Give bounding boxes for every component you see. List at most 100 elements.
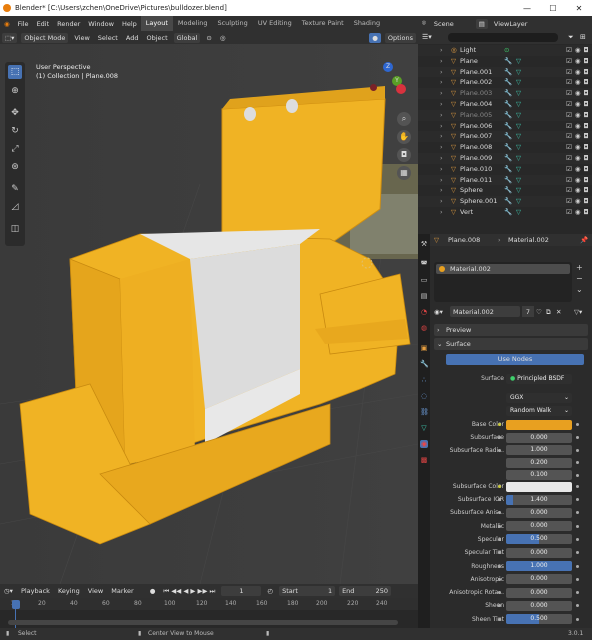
menu-select[interactable]: Select [98, 34, 118, 42]
expand-arrow-icon[interactable]: › [440, 67, 443, 78]
use-nodes-button[interactable]: Use Nodes [446, 354, 584, 365]
outliner-row[interactable]: › ▽ Plane.004 🔧 ▽ ☑◉◘ [418, 99, 592, 110]
axis-x-icon[interactable] [396, 84, 406, 94]
navigation-gizmo[interactable]: Z Y [368, 62, 412, 106]
modifier-icon[interactable]: 🔧 [504, 67, 512, 78]
mesh-data-icon[interactable]: ▽ [516, 131, 521, 142]
outliner-row[interactable]: › ▽ Plane 🔧 ▽ ☑◉◘ [418, 56, 592, 67]
outliner-editor-icon[interactable]: ☰▾ [422, 31, 432, 44]
expand-arrow-icon[interactable]: › [440, 121, 443, 132]
visibility-toggle-icons[interactable]: ☑◉◘ [566, 185, 592, 196]
breadcrumb-material[interactable]: Material.002 [508, 234, 549, 246]
expand-arrow-icon[interactable]: › [440, 175, 443, 186]
mesh-data-icon[interactable]: ▽ [516, 77, 521, 88]
playhead[interactable] [12, 600, 20, 609]
keyframe-dot-icon[interactable] [576, 498, 579, 501]
visibility-toggle-icons[interactable]: ☑◉◘ [566, 153, 592, 164]
outliner-row[interactable]: › ▽ Plane.001 🔧 ▽ ☑◉◘ [418, 66, 592, 78]
expand-arrow-icon[interactable]: › [440, 142, 443, 153]
property-value-field[interactable]: 1.400 [506, 494, 572, 505]
timeline-scrollbar[interactable] [8, 620, 398, 625]
data-tab-icon[interactable]: ▽ [420, 424, 428, 432]
options-dropdown[interactable]: Options [384, 32, 416, 43]
outliner-row-name[interactable]: Light [460, 45, 476, 56]
transform-icon[interactable]: ⊛ [8, 160, 22, 174]
particles-tab-icon[interactable]: ∴ [420, 376, 428, 384]
property-value-field[interactable]: 0.000 [506, 574, 572, 585]
outliner-row-name[interactable]: Plane.010 [460, 164, 492, 175]
keyframe-dot-icon[interactable] [576, 591, 579, 595]
property-value-field[interactable]: 0.000 [506, 587, 572, 598]
outliner-row-name[interactable]: Plane.009 [460, 153, 492, 164]
outliner-row-name[interactable]: Plane.001 [460, 67, 492, 78]
constraints-tab-icon[interactable]: ⛓ [420, 408, 429, 416]
property-value-field[interactable]: 0.000 [506, 547, 572, 558]
outliner-row[interactable]: › ▽ Plane.007 🔧 ▽ ☑◉◘ [418, 131, 592, 143]
expand-arrow-icon[interactable]: › [440, 164, 443, 175]
scale-icon[interactable]: ⤢ [8, 142, 22, 156]
camera-icon[interactable]: ◘ [397, 148, 411, 162]
outliner-row-name[interactable]: Plane.005 [460, 110, 492, 121]
outliner-row[interactable]: › ▽ Vert 🔧 ▽ ☑◉◘ [418, 207, 592, 218]
socket-dot-icon[interactable] [498, 448, 501, 452]
modifier-icon[interactable]: 🔧 [504, 88, 512, 99]
grid-icon[interactable]: ▦ [397, 166, 411, 180]
expand-arrow-icon[interactable]: › [440, 88, 443, 99]
outliner-row-name[interactable]: Plane.006 [460, 121, 492, 132]
tool-tab-icon[interactable]: ⚒ [420, 240, 428, 248]
visibility-toggle-icons[interactable]: ☑◉◘ [566, 67, 592, 78]
tab-modeling[interactable]: Modeling [173, 16, 213, 31]
preview-section[interactable]: › Preview [434, 324, 588, 336]
scene-tab-icon[interactable]: ◔ [420, 308, 428, 316]
expand-arrow-icon[interactable]: › [440, 56, 443, 67]
tab-sculpting[interactable]: Sculpting [212, 16, 252, 31]
outliner-row[interactable]: › ▽ Plane.010 🔧 ▽ ☑◉◘ [418, 164, 592, 175]
mesh-data-icon[interactable]: ▽ [516, 67, 521, 78]
view-layer-icon[interactable]: ▤ [475, 18, 488, 29]
menu-render[interactable]: Render [53, 20, 84, 28]
tab-uv-editing[interactable]: UV Editing [253, 16, 297, 31]
material-name-field[interactable]: Material.002 [450, 306, 520, 317]
pin-icon[interactable]: 📌 [580, 234, 588, 246]
socket-dot-icon[interactable] [498, 564, 501, 568]
outliner-row[interactable]: › ▽ Sphere.001 🔧 ▽ ☑◉◘ [418, 196, 592, 207]
outliner-row-name[interactable]: Plane.007 [460, 131, 492, 142]
new-collection-icon[interactable]: ⊞ [580, 31, 586, 44]
timeline-body[interactable]: 120406080100120140160180200220240 [0, 598, 418, 628]
scene-name[interactable]: Scene [434, 20, 454, 28]
visibility-toggle-icons[interactable]: ☑◉◘ [566, 131, 592, 142]
maximize-button[interactable]: ☐ [540, 4, 566, 13]
keyframe-dot-icon[interactable] [576, 473, 579, 477]
menu-edit[interactable]: Edit [33, 20, 54, 28]
marker-menu[interactable]: Marker [111, 587, 133, 595]
expand-arrow-icon[interactable]: › [440, 77, 443, 88]
shading-solid-button[interactable]: ● [369, 32, 381, 43]
pan-hand-icon[interactable]: ✋ [397, 130, 411, 144]
expand-arrow-icon[interactable]: › [440, 185, 443, 196]
expand-arrow-icon[interactable]: › [440, 153, 443, 164]
keyframe-dot-icon[interactable] [576, 604, 579, 608]
object-tab-icon[interactable]: ▣ [420, 344, 428, 352]
keyframe-dot-icon[interactable] [576, 524, 579, 528]
breadcrumb-object[interactable]: Plane.008 [448, 234, 480, 246]
mesh-data-icon[interactable]: ▽ [516, 121, 521, 132]
expand-arrow-icon[interactable]: › [440, 99, 443, 110]
add-cube-icon[interactable]: ◫ [8, 222, 22, 236]
mesh-data-icon[interactable]: ▽ [516, 185, 521, 196]
select-box-icon[interactable]: ⬚ [8, 65, 22, 79]
modifier-tab-icon[interactable]: 🔧 [420, 360, 429, 368]
keyframe-dot-icon[interactable] [576, 551, 579, 555]
view-layer-tab-icon[interactable]: ▤ [420, 292, 428, 300]
outliner-row-name[interactable]: Plane.002 [460, 77, 492, 88]
outliner-row[interactable]: › ▽ Plane.008 🔧 ▽ ☑◉◘ [418, 142, 592, 153]
keyframe-dot-icon[interactable] [576, 577, 579, 581]
property-value-field[interactable]: 0.100 [506, 470, 572, 480]
expand-arrow-icon[interactable]: › [440, 45, 443, 56]
keyframe-dot-icon[interactable] [576, 485, 579, 488]
move-icon[interactable]: ✥ [8, 106, 22, 120]
property-value-field[interactable]: 0.200 [506, 457, 572, 468]
mesh-data-icon[interactable]: ▽ [516, 56, 521, 67]
socket-dot-icon[interactable] [498, 498, 501, 501]
expand-arrow-icon[interactable]: › [440, 196, 443, 207]
texture-tab-icon[interactable]: ▩ [420, 456, 428, 464]
